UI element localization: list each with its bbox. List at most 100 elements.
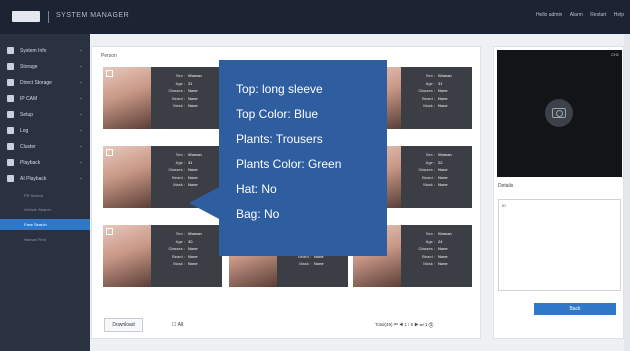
result-card[interactable]: Sex :WomanAge :31Glasses :NoneBeard :Non… [103, 67, 222, 129]
help-link[interactable]: Help [614, 12, 624, 18]
sidebar-item-log[interactable]: Log ⌄ [0, 123, 90, 139]
details-textbox[interactable]: ID [498, 199, 621, 291]
sidebar-item-ai-playback[interactable]: AI Playback ⌄ [0, 171, 90, 187]
attribute-key: Sex : [425, 73, 435, 78]
attribute-key: Age : [425, 80, 435, 86]
attribute-key: Beard : [422, 95, 435, 101]
attribute-value: 22 [438, 159, 443, 165]
document-icon [7, 127, 14, 134]
upload-icon [7, 79, 14, 86]
attribute-row: Mask :None [405, 102, 469, 110]
attribute-value: Woman [438, 152, 452, 157]
attribute-value: None [188, 88, 198, 94]
attribute-row: Beard :None [155, 174, 219, 182]
user-menu-link[interactable]: Hello admin [536, 12, 562, 18]
attribute-row: Age :31 [405, 80, 469, 88]
attribute-row: Sex :Woman [155, 72, 219, 80]
sidebar-item-system-info[interactable]: System Info ⌄ [0, 43, 90, 59]
attribute-row: Age :22 [405, 159, 469, 167]
attribute-row: Glasses :None [405, 87, 469, 95]
attribute-row: Sex :Woman [405, 151, 469, 159]
attribute-value: None [188, 253, 198, 259]
chevron-down-icon: ⌄ [78, 111, 83, 117]
attribute-value: None [188, 167, 198, 173]
attribute-key: Mask : [423, 103, 435, 109]
attribute-row: Age :31 [155, 159, 219, 167]
chevron-down-icon: ⌄ [78, 79, 83, 85]
attribute-list: Sex : Woman Age :22 Glasses : None Beard : Non… [405, 151, 469, 189]
chevron-down-icon: ⌄ [78, 127, 83, 133]
attribute-value: 31 [188, 80, 193, 86]
attribute-row: Glasses :None [405, 166, 469, 174]
callout-pointer [189, 186, 221, 220]
attribute-row: Mask :None [155, 102, 219, 110]
attribute-row: Beard :None [405, 174, 469, 182]
attribute-list: Sex :WomanAge :31Glasses :NoneBeard :Non… [155, 151, 219, 189]
select-checkbox[interactable] [106, 70, 113, 77]
attribute-key: Age : [425, 238, 435, 244]
attribute-value: None [314, 261, 324, 267]
ai-icon [7, 175, 14, 182]
attribute-value: None [438, 261, 448, 267]
attribute-key: Mask : [173, 182, 185, 188]
sidebar-subitem-fr-search[interactable]: FR Search [0, 190, 90, 201]
attribute-value: None [188, 246, 198, 252]
callout-line: Plants Color: Green [236, 157, 342, 171]
chevron-down-icon: ⌄ [78, 63, 83, 69]
callout-line: Top Color: Blue [236, 107, 319, 121]
attribute-value: Woman [438, 231, 452, 236]
attribute-key: Sex : [175, 152, 185, 157]
result-card[interactable]: Sex : Woman Age :30 Glasses : None Beard : Non… [103, 225, 222, 287]
pagination[interactable]: Total(49) ⏮ ◀ 1 / 6 ▶ ⏭ 1 Ⓖ [375, 322, 433, 327]
page-scrollbar[interactable] [624, 34, 630, 351]
sidebar-item-storage[interactable]: Storage ⌄ [0, 59, 90, 75]
storage-icon [7, 63, 14, 70]
sidebar-item-playback[interactable]: Playback ⌄ [0, 155, 90, 171]
download-button[interactable]: Download [104, 318, 143, 332]
header-links: Hello admin Alarm Restart Help [530, 12, 624, 18]
attribute-row: Beard :None [405, 253, 469, 261]
attribute-row: Sex :Woman [405, 72, 469, 80]
back-button[interactable]: Back [534, 303, 616, 315]
attribute-row: Sex :Woman [405, 230, 469, 238]
details-value: ID [502, 203, 506, 208]
attribute-row: Mask :None [405, 260, 469, 268]
attribute-row: Beard :None [155, 253, 219, 261]
attribute-row: Glasses :None [405, 245, 469, 253]
select-checkbox[interactable] [106, 149, 113, 156]
attribute-row: Glasses :None [155, 87, 219, 95]
video-preview[interactable]: CH1 [497, 50, 622, 177]
attribute-key: Glasses : [418, 246, 435, 252]
chevron-down-icon: ⌄ [78, 143, 83, 149]
alarm-link[interactable]: Alarm [570, 12, 583, 18]
attribute-row: Glasses :None [155, 245, 219, 253]
sidebar-subitem-human-find[interactable]: Human Find [0, 234, 90, 245]
select-all-checkbox[interactable]: ☐ All [172, 322, 183, 328]
attribute-key: Sex : [175, 231, 185, 236]
sidebar-item-setup[interactable]: Setup ⌄ [0, 107, 90, 123]
callout-line: Plants: Trousers [236, 132, 323, 146]
attribute-key: Age : [175, 159, 185, 165]
attribute-value: None [188, 261, 198, 267]
panel-title: Person [101, 53, 117, 59]
sidebar-item-cluster[interactable]: Cluster ⌄ [0, 139, 90, 155]
select-checkbox[interactable] [106, 228, 113, 235]
details-label: Details [498, 183, 514, 189]
attribute-row: Glasses :None [155, 166, 219, 174]
sidebar-subitem-vehicle-search[interactable]: Vehicle Search [0, 204, 90, 215]
sidebar-item-ip-cam[interactable]: IP CAM ⌄ [0, 91, 90, 107]
attribute-key: Glasses : [168, 167, 185, 173]
restart-link[interactable]: Restart [590, 12, 606, 18]
attribute-key: Beard : [172, 95, 185, 101]
sidebar-subitem-face-search[interactable]: Face Search [0, 219, 90, 230]
attribute-value: None [438, 246, 448, 252]
sidebar-item-direct-storage[interactable]: Direct Storage ⌄ [0, 75, 90, 91]
attribute-value: None [188, 174, 198, 180]
attribute-row: Mask :None [281, 260, 345, 268]
warning-icon [7, 143, 14, 150]
attribute-key: Sex : [425, 231, 435, 236]
attribute-value: 30 [188, 238, 193, 244]
attribute-value: 24 [438, 238, 443, 244]
attribute-value: None [438, 88, 448, 94]
attribute-value: None [188, 95, 198, 101]
